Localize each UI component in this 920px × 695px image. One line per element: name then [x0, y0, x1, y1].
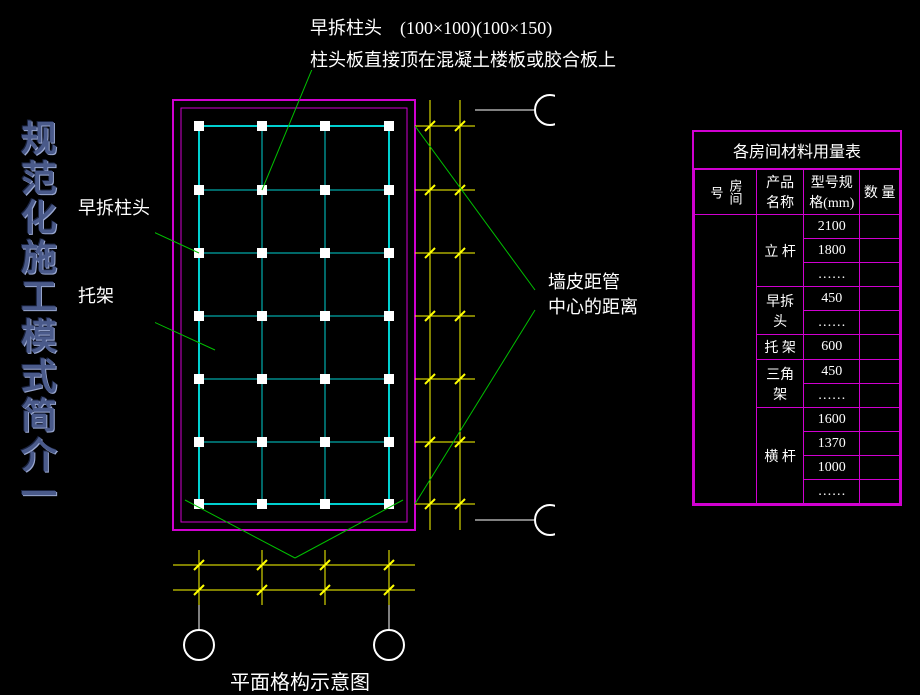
label-bracket: 托架	[78, 282, 114, 308]
material-usage-table: 各房间材料用量表 房间号 产品名称 型号规格(mm) 数 量 立 杆 2100 …	[692, 130, 902, 506]
th-room: 房间号	[695, 170, 757, 215]
label-wall-distance: 墙皮距管 中心的距离	[548, 270, 638, 320]
vertical-title: 规范化施工模式简介一	[18, 120, 60, 516]
th-name: 产品名称	[757, 170, 804, 215]
label-early-column-head: 早拆柱头 (100×100)(100×150)	[310, 14, 552, 40]
th-qty: 数 量	[860, 170, 900, 215]
caption-plan-diagram: 平面格构示意图	[230, 666, 370, 695]
table-header-row: 房间号 产品名称 型号规格(mm) 数 量	[695, 170, 900, 215]
label-early-column-head-left: 早拆柱头	[78, 194, 150, 220]
plan-diagram	[155, 70, 555, 670]
th-spec: 型号规格(mm)	[804, 170, 860, 215]
label-column-head-note: 柱头板直接顶在混凝土楼板或胶合板上	[310, 46, 616, 72]
table-title: 各房间材料用量表	[694, 132, 900, 169]
table-row: 立 杆 2100	[695, 215, 900, 239]
